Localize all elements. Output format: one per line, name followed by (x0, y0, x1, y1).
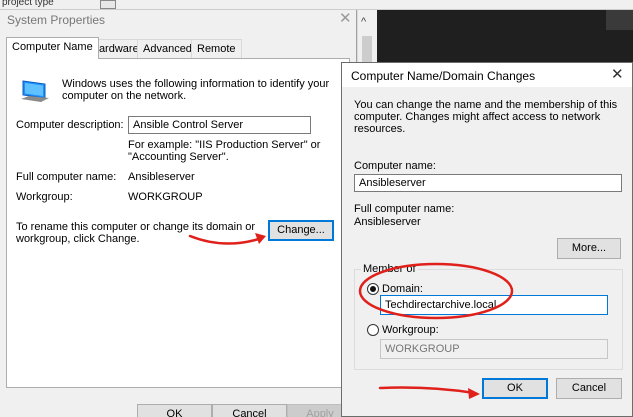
computer-monitor-icon (21, 80, 49, 102)
computer-name-label: Computer name: (354, 160, 436, 172)
dialog-titlebar: Computer Name/Domain Changes ✕ (342, 63, 632, 87)
scrollbar[interactable]: ^ (357, 10, 377, 70)
full-computer-name-label: Full computer name: (16, 171, 117, 183)
chevron-up-icon[interactable]: ^ (361, 16, 366, 28)
ok-button[interactable]: OK (482, 378, 548, 399)
close-icon[interactable]: ✕ (339, 9, 352, 27)
full-computer-name-value: Ansibleserver (354, 216, 421, 228)
description-example-text: For example: "IIS Production Server" or … (128, 139, 321, 163)
intro-text: Windows uses the following information t… (62, 78, 330, 102)
ok-button[interactable]: OK (137, 404, 212, 417)
background-button (100, 0, 116, 9)
scrollbar-thumb[interactable] (362, 36, 372, 64)
background-window-edge: project type (0, 0, 633, 10)
domain-radio-label[interactable]: Domain: (382, 283, 423, 295)
dialog-title: Computer Name/Domain Changes (351, 69, 536, 83)
background-text-fragment: project type (2, 0, 54, 8)
close-icon[interactable]: ✕ (611, 65, 624, 83)
cancel-button[interactable]: Cancel (212, 404, 287, 417)
background-dark-corner (606, 10, 633, 30)
workgroup-value: WORKGROUP (128, 191, 203, 203)
member-of-label: Member of (361, 263, 418, 275)
tab-remote[interactable]: Remote (191, 39, 242, 59)
computer-description-input[interactable]: Ansible Control Server (128, 116, 311, 134)
domain-input[interactable]: Techdirectarchive.local (380, 295, 608, 315)
computer-description-label: Computer description: (16, 119, 124, 131)
workgroup-label: Workgroup: (16, 191, 73, 203)
system-properties-window: System Properties ✕ Computer Name Hardwa… (0, 10, 357, 417)
full-computer-name-value: Ansibleserver (128, 171, 195, 183)
workgroup-radio[interactable] (367, 324, 379, 336)
cancel-button[interactable]: Cancel (556, 378, 622, 399)
tab-computer-name[interactable]: Computer Name (6, 37, 99, 59)
workgroup-radio-label[interactable]: Workgroup: (382, 324, 439, 336)
tab-advanced[interactable]: Advanced (137, 39, 198, 59)
more-button[interactable]: More... (557, 238, 621, 259)
domain-radio[interactable] (367, 283, 379, 295)
background-dark-area (364, 10, 633, 65)
computer-name-input[interactable]: Ansibleserver (354, 174, 622, 192)
change-button[interactable]: Change... (268, 220, 334, 241)
full-computer-name-label: Full computer name: (354, 203, 455, 215)
window-title: System Properties (7, 13, 106, 27)
workgroup-input[interactable]: WORKGROUP (380, 339, 608, 359)
dialog-info-text: You can change the name and the membersh… (354, 99, 618, 135)
domain-changes-dialog: Computer Name/Domain Changes ✕ You can c… (341, 62, 633, 417)
rename-instruction-text: To rename this computer or change its do… (16, 221, 256, 245)
